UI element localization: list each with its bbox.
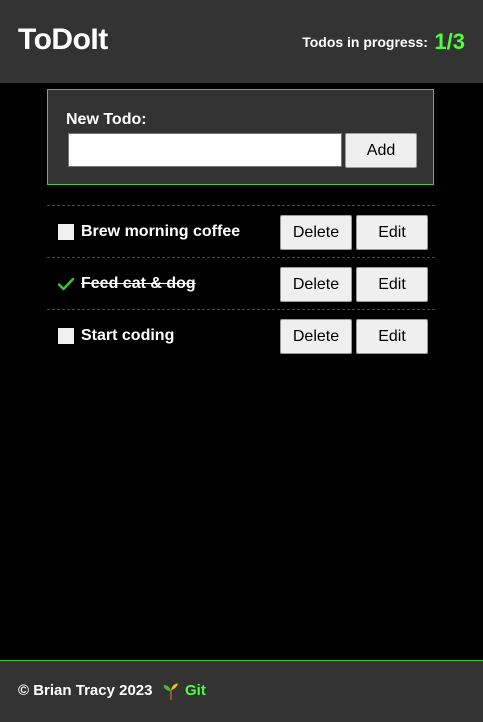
check-icon[interactable] — [57, 275, 75, 293]
app-header: ToDoIt Todos in progress: 1/3 — [0, 0, 483, 83]
progress-count: 1/3 — [434, 29, 465, 54]
git-link[interactable]: Git — [185, 682, 206, 699]
new-todo-form: New Todo: Add — [47, 89, 434, 185]
todo-text: Brew morning coffee — [81, 223, 241, 240]
todo-text: Start coding — [81, 327, 175, 344]
copyright-text: © Brian Tracy 2023 — [18, 682, 153, 699]
app-footer: © Brian Tracy 2023 Git — [0, 660, 483, 722]
edit-button[interactable]: Edit — [356, 319, 428, 354]
app-title: ToDoIt — [18, 23, 108, 56]
todo-item: Feed cat & dog Delete Edit — [47, 257, 435, 309]
new-todo-label: New Todo: — [66, 111, 147, 128]
edit-button[interactable]: Edit — [356, 267, 428, 302]
progress-indicator: Todos in progress: 1/3 — [302, 28, 465, 56]
todo-checkbox[interactable] — [58, 224, 74, 240]
delete-button[interactable]: Delete — [280, 215, 352, 250]
sprout-icon — [162, 681, 180, 701]
app: ToDoIt Todos in progress: 1/3 New Todo: … — [0, 0, 483, 722]
edit-button[interactable]: Edit — [356, 215, 428, 250]
delete-button[interactable]: Delete — [280, 267, 352, 302]
todo-text: Feed cat & dog — [81, 275, 196, 292]
todo-item: Start coding Delete Edit — [47, 309, 435, 361]
todo-item: Brew morning coffee Delete Edit — [47, 205, 435, 257]
progress-label: Todos in progress: — [302, 34, 428, 50]
delete-button[interactable]: Delete — [280, 319, 352, 354]
todo-list: Brew morning coffee Delete Edit Feed cat… — [47, 205, 435, 361]
add-button[interactable]: Add — [345, 133, 417, 168]
new-todo-input[interactable] — [68, 133, 342, 167]
todo-checkbox[interactable] — [58, 328, 74, 344]
